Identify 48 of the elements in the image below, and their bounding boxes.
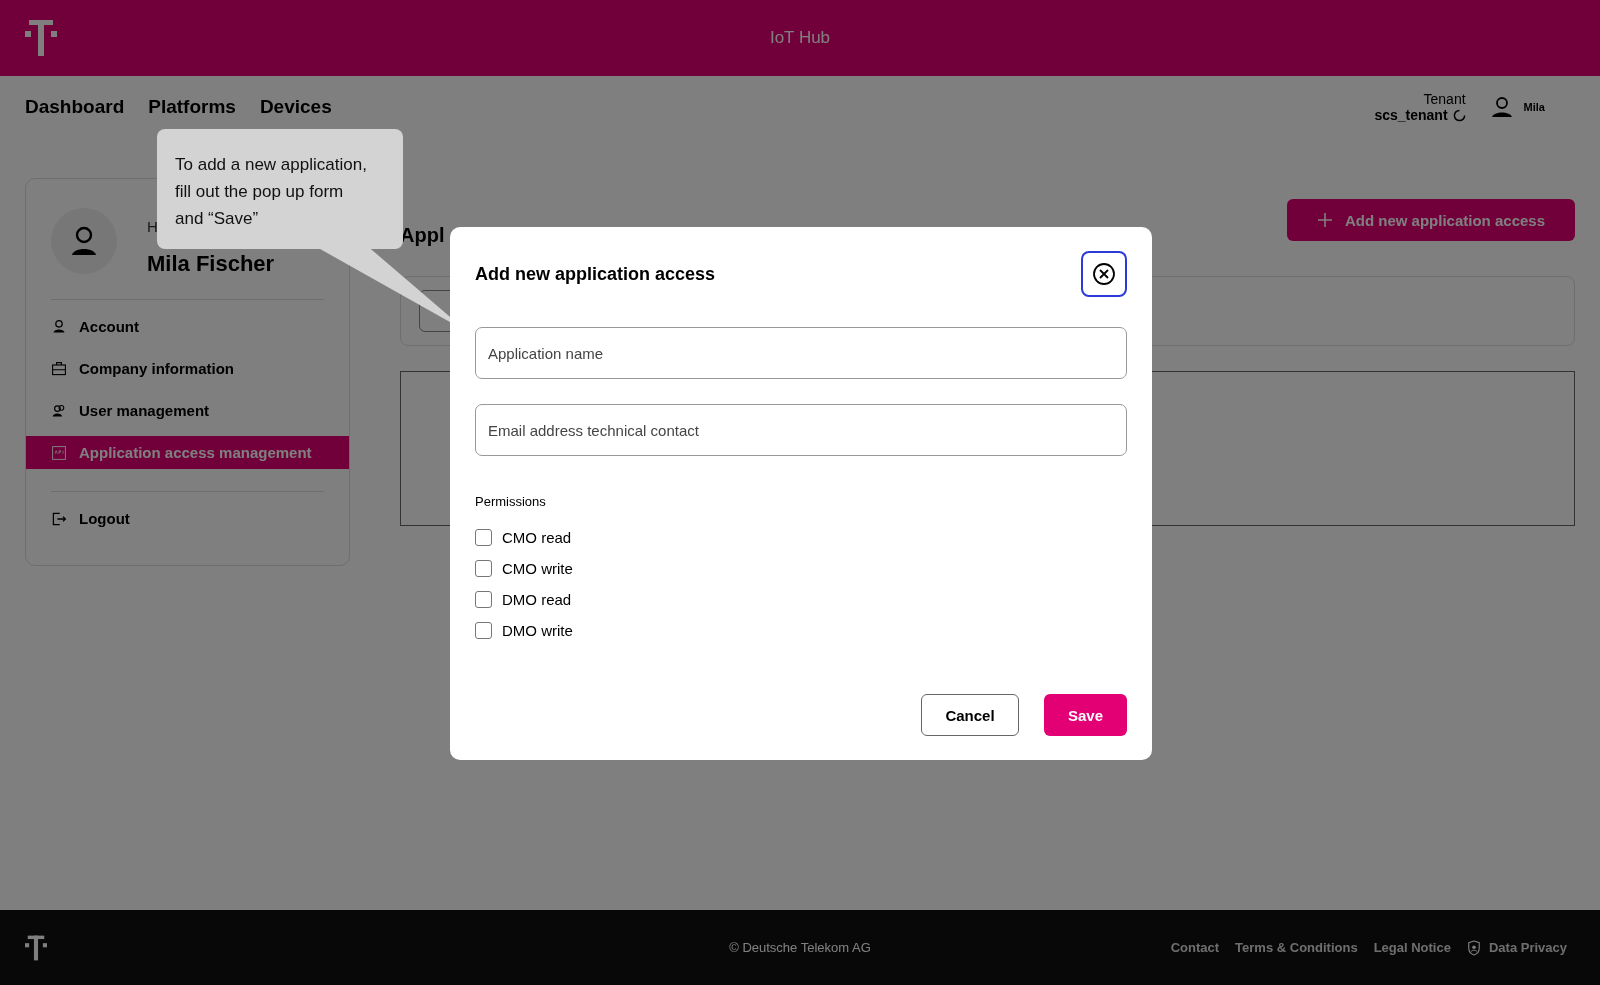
dialog-title: Add new application access bbox=[475, 263, 716, 285]
t-logo-icon[interactable] bbox=[25, 20, 57, 56]
input-field[interactable]: Email address technical contact bbox=[475, 404, 1127, 456]
sidebar-item[interactable]: User management bbox=[26, 394, 349, 427]
logout-link[interactable]: Logout bbox=[26, 502, 349, 535]
footer-link[interactable]: Terms & Conditions bbox=[1235, 940, 1358, 955]
footer-link[interactable]: Contact bbox=[1170, 940, 1220, 955]
user-icon[interactable] bbox=[1489, 95, 1514, 119]
checkbox[interactable] bbox=[475, 591, 492, 608]
tenant-label: Tenant bbox=[1423, 91, 1466, 107]
refresh-icon[interactable] bbox=[1452, 108, 1466, 122]
checkbox-label: DMO read bbox=[502, 591, 572, 608]
api-icon bbox=[51, 444, 67, 461]
permissions-label: Permissions bbox=[475, 494, 547, 509]
sidebar-item[interactable]: Application access management bbox=[26, 436, 349, 469]
checkbox-label: DMO write bbox=[502, 622, 573, 639]
checkbox[interactable] bbox=[475, 622, 492, 639]
close-icon bbox=[1092, 262, 1116, 286]
copyright-text: © Deutsche Telekom AG bbox=[729, 940, 871, 955]
user-icon bbox=[51, 318, 67, 335]
nav-link[interactable]: Devices bbox=[259, 96, 332, 118]
add-application-button[interactable]: Add new application access bbox=[1286, 199, 1575, 241]
profile-name: Mila Fischer bbox=[147, 251, 275, 277]
t-logo-icon[interactable] bbox=[25, 934, 47, 961]
shield-icon bbox=[1466, 939, 1481, 956]
checkbox[interactable] bbox=[475, 560, 492, 577]
nav-link[interactable]: Platforms bbox=[148, 96, 236, 118]
tenant-name: scs_tenant bbox=[1374, 107, 1448, 123]
footer-link[interactable]: Legal Notice bbox=[1373, 940, 1451, 955]
checkbox-label: CMO write bbox=[502, 560, 573, 577]
close-button[interactable] bbox=[1081, 251, 1127, 297]
briefcase-icon bbox=[51, 360, 67, 377]
save-button[interactable]: Save bbox=[1044, 694, 1127, 736]
nav-link[interactable]: Dashboard bbox=[25, 96, 125, 118]
input-field[interactable]: Application name bbox=[475, 327, 1127, 379]
app-title: IoT Hub bbox=[769, 28, 831, 48]
logout-icon bbox=[51, 510, 67, 527]
plus-icon bbox=[1316, 212, 1333, 228]
cancel-button[interactable]: Cancel bbox=[921, 694, 1019, 736]
user-name[interactable]: Mila bbox=[1523, 101, 1545, 113]
checkbox[interactable] bbox=[475, 529, 492, 546]
sidebar-item[interactable]: Account bbox=[26, 310, 349, 343]
tooltip-text: To add a new application, fill out the pop up form and “Save” bbox=[175, 154, 368, 230]
sidebar-item[interactable]: Company information bbox=[26, 352, 349, 385]
greeting-text: H bbox=[147, 218, 158, 235]
users-icon bbox=[51, 402, 67, 419]
footer-link[interactable]: Data Privacy bbox=[1488, 940, 1567, 955]
checkbox-label: CMO read bbox=[502, 529, 572, 546]
